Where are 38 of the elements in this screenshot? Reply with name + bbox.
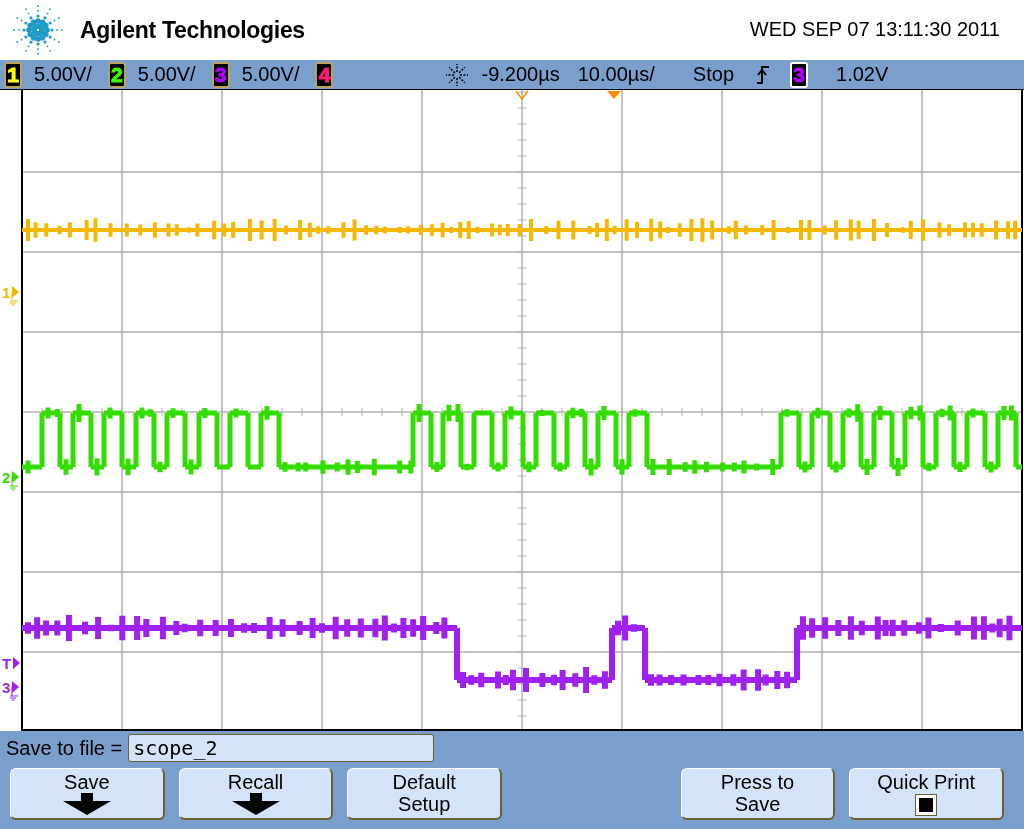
channel-number: 4 <box>318 65 331 84</box>
delay-value: -9.200µs <box>481 63 560 86</box>
softkey-button[interactable]: Default Setup <box>347 768 503 820</box>
softkey-button[interactable]: Press to Save <box>680 768 836 820</box>
rising-edge-icon <box>756 64 770 85</box>
channel-marker[interactable]: 3 <box>2 680 21 702</box>
trigger-source-badge[interactable]: 3 <box>790 61 808 88</box>
filename-field[interactable]: scope_2 <box>128 734 435 762</box>
starburst-logo-icon <box>10 4 66 56</box>
filename-label: Save to file = <box>6 736 123 760</box>
channel-scale: 5.00V/ <box>137 63 196 86</box>
channel-scale: 5.00V/ <box>241 63 300 86</box>
trigger-level: 1.02V <box>836 63 889 86</box>
channel-number: 3 <box>793 65 805 84</box>
channel-scale: 5.00V/ <box>34 63 92 86</box>
delay-marker-icon <box>515 90 529 101</box>
channel-number: 3 <box>214 65 227 84</box>
ground-arrow-icon <box>10 680 21 702</box>
channel-badge[interactable]: 2 <box>107 61 126 88</box>
channel-badge[interactable]: 3 <box>211 61 230 88</box>
date-time: WED SEP 07 13:11:30 2011 <box>749 17 1000 41</box>
ground-arrow-icon <box>10 285 21 307</box>
channel-badge[interactable]: 4 <box>315 61 334 88</box>
down-arrow-icon <box>231 793 280 815</box>
softkey-button[interactable]: Quick Print <box>849 768 1004 820</box>
channel-marker[interactable]: T <box>2 656 22 671</box>
down-arrow-icon <box>62 793 111 815</box>
arrow-icon <box>11 656 22 670</box>
channel-badge[interactable]: 1 <box>4 61 22 88</box>
checkbox[interactable] <box>916 795 937 815</box>
channel-number: 1 <box>7 65 19 84</box>
brand-name: Agilent Technologies <box>80 16 305 44</box>
softkey-button[interactable]: Recall <box>178 768 334 820</box>
softkey-button[interactable]: Save <box>10 768 165 820</box>
channel-number: 2 <box>111 65 123 84</box>
run-state: Stop <box>692 63 734 86</box>
timebase-value: 10.00µs/ <box>577 63 655 86</box>
ground-arrow-icon <box>10 470 21 492</box>
